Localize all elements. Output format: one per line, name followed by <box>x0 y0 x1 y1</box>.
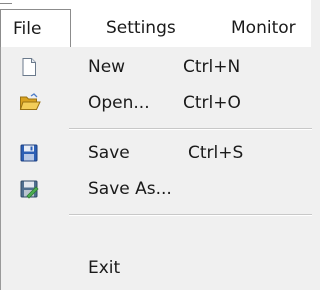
menu-item-save-as[interactable]: Save As... <box>1 171 312 207</box>
menu-item-save[interactable]: Save Ctrl+S <box>1 135 312 171</box>
menu-item-exit-label: Exit <box>88 258 121 278</box>
open-folder-icon <box>19 93 41 113</box>
menu-item-save-shortcut: Ctrl+S <box>188 143 244 163</box>
window-top-edge <box>0 0 311 9</box>
menu-item-new-shortcut: Ctrl+N <box>183 57 241 77</box>
menu-item-exit[interactable]: Exit <box>1 250 312 286</box>
menu-item-save-label: Save <box>88 143 130 163</box>
menu-file[interactable]: File <box>0 9 71 48</box>
menu-settings[interactable]: Settings <box>106 9 176 47</box>
save-disk-icon <box>19 143 39 163</box>
menu-item-open-shortcut: Ctrl+O <box>183 93 241 113</box>
menu-item-save-as-label: Save As... <box>88 179 172 199</box>
save-as-icon <box>19 179 39 199</box>
menu-separator <box>69 214 312 216</box>
file-dropdown-menu: New Ctrl+N Open... Ctrl+O Save Ctrl+S Sa… <box>0 47 312 290</box>
menu-item-new[interactable]: New Ctrl+N <box>1 49 312 85</box>
menu-bar: File Settings Monitor <box>0 9 311 48</box>
menu-item-new-label: New <box>88 57 126 77</box>
window-corner-line <box>0 0 12 4</box>
menu-item-open-label: Open... <box>88 93 150 113</box>
new-document-icon <box>19 57 39 77</box>
menu-monitor[interactable]: Monitor <box>231 9 296 47</box>
menu-item-open[interactable]: Open... Ctrl+O <box>1 85 312 121</box>
menu-separator <box>69 128 312 130</box>
